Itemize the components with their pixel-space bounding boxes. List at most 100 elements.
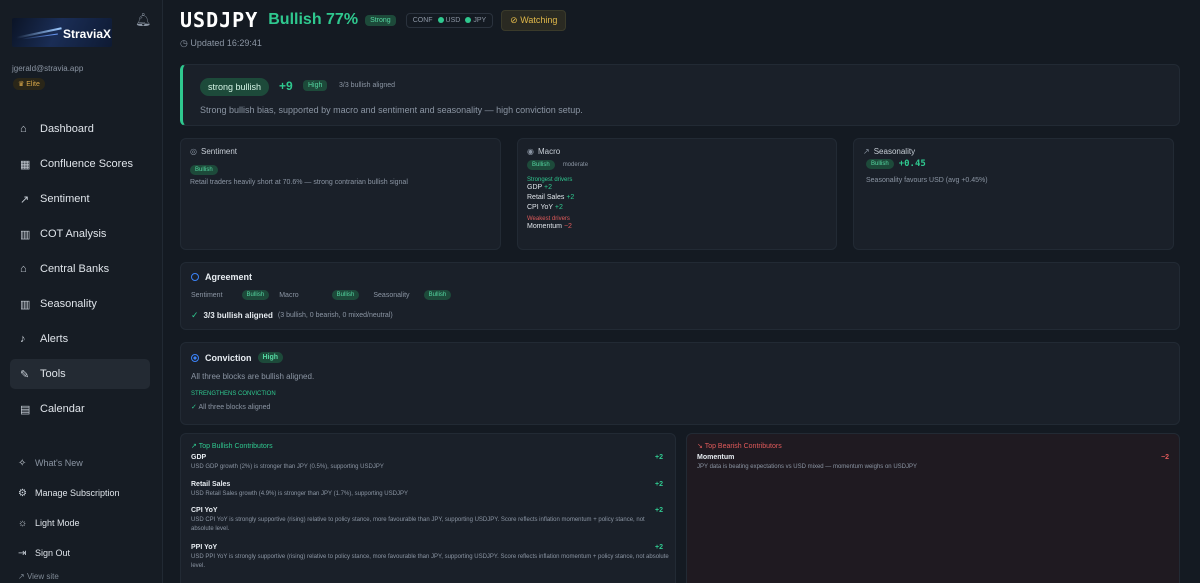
- whats-new-label: What's New: [35, 458, 83, 468]
- nav-item-tools[interactable]: ✎ Tools: [10, 359, 150, 389]
- notifications-bell-icon[interactable]: 🔔︎: [135, 12, 152, 28]
- sun-icon: ☼: [18, 517, 28, 529]
- driver-score: +2: [554, 204, 563, 211]
- manage-subscription-link[interactable]: ⚙ Manage Subscription: [18, 478, 158, 508]
- circle-icon: [191, 273, 199, 281]
- nav-item-sentiment[interactable]: ↗ Sentiment: [10, 184, 150, 214]
- light-mode-toggle[interactable]: ☼ Light Mode: [18, 508, 158, 538]
- external-link-icon: ↗: [18, 572, 27, 581]
- conviction-title: Conviction High: [191, 352, 284, 363]
- macro-strength: moderate: [562, 162, 589, 168]
- app-logo[interactable]: StraviaX: [12, 18, 112, 47]
- sentiment-title-text: Sentiment: [200, 147, 238, 156]
- view-site-label: View site: [26, 572, 59, 581]
- user-email: jgerald@stravia.app: [12, 64, 84, 73]
- nav-item-confluence-scores[interactable]: ▦ Confluence Scores: [10, 149, 150, 179]
- agreement-pill: Bullish: [241, 290, 270, 300]
- conviction-title-text: Conviction: [205, 352, 252, 363]
- confluence-indicator: CONF USD JPY: [405, 12, 494, 28]
- bearish-contributors-title-text: Top Bearish Contributors: [704, 443, 782, 450]
- driver-item: Momentum −2: [527, 222, 574, 232]
- status-dot-icon: [437, 17, 444, 23]
- agreement-card: Agreement Sentiment Bullish Macro Bullis…: [180, 262, 1180, 330]
- nav-label: Tools: [40, 368, 66, 380]
- nav-item-calendar[interactable]: ▤ Calendar: [10, 394, 150, 424]
- contributor-score: +2: [655, 507, 663, 514]
- nav-label: Alerts: [40, 333, 69, 345]
- nav-label: Calendar: [40, 403, 85, 415]
- contributor-score: +2: [655, 481, 663, 488]
- nav-label: COT Analysis: [40, 228, 107, 240]
- seasonality-text: Seasonality favours USD (avg +0.45%): [866, 177, 988, 184]
- contributor-item: GDP +2 USD GDP growth (2%) is stronger t…: [191, 454, 669, 472]
- contributor-item: Momentum −2 JPY data is beating expectat…: [697, 454, 1175, 472]
- globe-icon: ◉: [527, 147, 534, 156]
- view-site-link[interactable]: ↗ View site: [18, 572, 59, 581]
- target-icon: ◎: [190, 147, 197, 156]
- sentiment-bias-pill: Bullish: [190, 165, 218, 175]
- macro-card: ◉ Macro Bullish moderate Strongest driver…: [517, 138, 837, 250]
- contributor-name: CPI YoY: [191, 507, 218, 514]
- sign-out-button[interactable]: ⇥ Sign Out: [18, 538, 158, 568]
- agreement-title: Agreement: [191, 272, 252, 282]
- dashboard-icon: ⌂: [20, 123, 27, 135]
- contributor-item: PPI YoY +2 USD PPI YoY is strongly suppo…: [191, 544, 669, 571]
- macro-title-text: Macro: [537, 147, 561, 156]
- trend-icon: ↗: [863, 147, 870, 156]
- updated-text: Updated 16:29:41: [190, 38, 262, 48]
- macro-pill-row: Bullish moderate: [527, 160, 588, 170]
- strengthens-label: STRENGTHENS CONVICTION: [191, 391, 276, 397]
- bearish-contributors-card: ↘ Top Bearish Contributors Momentum −2 J…: [686, 433, 1180, 583]
- sign-out-icon: ⇥: [18, 547, 27, 559]
- conf-label: CONF: [412, 16, 433, 24]
- nav-item-central-banks[interactable]: ⌂ Central Banks: [10, 254, 150, 284]
- nav-item-seasonality[interactable]: ▥ Seasonality: [10, 289, 150, 319]
- sign-out-label: Sign Out: [35, 548, 71, 558]
- strengthens-item: ✓ All three blocks aligned: [191, 403, 270, 411]
- target-icon: [191, 353, 199, 362]
- contributor-score: +2: [655, 544, 663, 551]
- bias-label: Bullish 77%: [268, 11, 359, 28]
- conf-ccy2: JPY: [473, 16, 487, 24]
- main-content: USDJPY Bullish 77% Strong CONF USD JPY ⊘…: [163, 0, 1200, 583]
- strength-badge: Strong: [365, 14, 396, 26]
- seasonality-title-text: Seasonality: [873, 147, 916, 156]
- check-circle-icon: ✓: [191, 310, 199, 320]
- tier-label: Elite: [26, 81, 40, 88]
- grid-icon: ▦: [20, 158, 31, 171]
- gear-icon: ⚙: [18, 487, 27, 499]
- macro-title: ◉ Macro: [527, 147, 560, 156]
- light-mode-label: Light Mode: [35, 518, 80, 528]
- contributor-desc: USD CPI YoY is strongly supportive (risi…: [191, 517, 645, 532]
- calendar-icon: ▤: [20, 403, 31, 416]
- contributor-desc: JPY data is beating expectations vs USD …: [697, 464, 917, 470]
- conviction-card: Conviction High All three blocks are bull…: [180, 342, 1180, 425]
- sentiment-text: Retail traders heavily short at 70.6% — …: [190, 179, 408, 186]
- nav-label: Dashboard: [40, 123, 94, 135]
- bell-icon: ♪: [20, 333, 26, 345]
- agreement-pill: Bullish: [423, 290, 452, 300]
- sparkle-icon: ✧: [18, 457, 27, 469]
- bias-score: +9: [279, 79, 293, 93]
- sentiment-pill-wrap: Bullish: [190, 162, 218, 175]
- nav-label: Confluence Scores: [40, 158, 133, 170]
- conviction-badge: High: [303, 80, 328, 91]
- driver-name: Momentum: [527, 223, 563, 230]
- contributor-desc: USD GDP growth (2%) is stronger than JPY…: [191, 464, 384, 470]
- nav-item-cot-analysis[interactable]: ▥ COT Analysis: [10, 219, 150, 249]
- bottom-nav: ✧ What's New ⚙ Manage Subscription ☼ Light …: [18, 448, 158, 568]
- nav-label: Seasonality: [40, 298, 97, 310]
- driver-score: −2: [563, 223, 572, 230]
- trend-icon: ↗: [20, 193, 30, 206]
- agreement-row: Sentiment Bullish Macro Bullish Seasonal…: [191, 290, 452, 300]
- driver-score: +2: [566, 194, 575, 201]
- contributor-name: GDP: [191, 454, 207, 461]
- watching-button[interactable]: ⊘ Watching: [501, 9, 567, 31]
- contributor-name: Retail Sales: [191, 481, 231, 488]
- nav-item-dashboard[interactable]: ⌂ Dashboard: [10, 114, 150, 144]
- status-dot-icon: [465, 17, 472, 23]
- whats-new-link[interactable]: ✧ What's New: [18, 448, 158, 478]
- sidebar: StraviaX 🔔︎ jgerald@stravia.app ♛ Elite …: [0, 0, 163, 583]
- nav-item-alerts[interactable]: ♪ Alerts: [10, 324, 150, 354]
- macro-bias-pill: Bullish: [527, 160, 555, 170]
